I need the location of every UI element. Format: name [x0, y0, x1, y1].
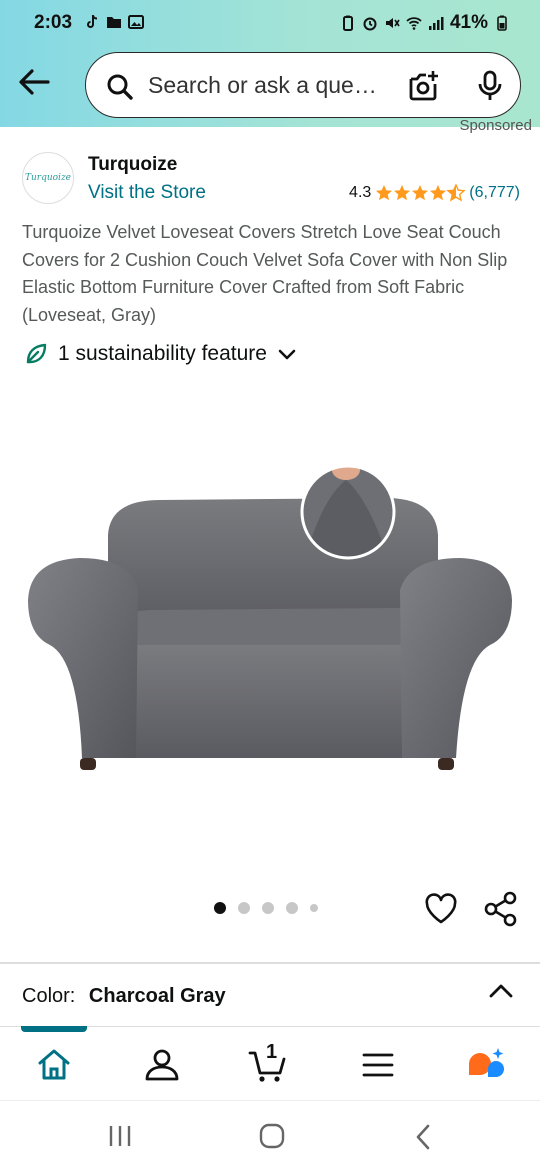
sustainability-label: 1 sustainability feature [58, 342, 267, 365]
leaf-icon [26, 343, 47, 364]
status-time: 2:03 [34, 12, 73, 33]
back-nav-icon[interactable] [412, 1123, 434, 1151]
system-nav-bar [0, 1100, 540, 1170]
brand-name: Turquoize [88, 154, 178, 175]
ai-assistant-icon[interactable] [466, 1045, 506, 1085]
color-label: Color: [22, 985, 76, 1007]
chevron-down-icon [278, 349, 296, 360]
mute-icon [385, 18, 400, 28]
carousel-dot[interactable] [262, 902, 274, 914]
product-title: Turquoize Velvet Loveseat Covers Stretch… [22, 222, 508, 325]
sponsored-label[interactable]: Sponsored [459, 117, 532, 134]
rating-count: (6,777) [469, 184, 520, 201]
camera-lens-icon[interactable] [408, 70, 440, 102]
carousel-dot[interactable] [238, 902, 250, 914]
section-divider [0, 962, 540, 964]
cart-count: 1 [266, 1041, 278, 1063]
heart-icon[interactable] [424, 893, 458, 925]
rating-value: 4.3 [349, 184, 372, 201]
brand-logo-text: Turquoize [24, 173, 72, 183]
battery-percent: 41% [449, 12, 488, 33]
carousel-dot[interactable] [214, 902, 226, 914]
battery-saver-icon [342, 15, 353, 31]
bottom-nav: 1 [0, 1026, 540, 1098]
home-button-icon[interactable] [257, 1121, 287, 1151]
folder-icon [107, 17, 121, 28]
arrow-left-icon[interactable] [14, 64, 54, 100]
sustainability-toggle[interactable]: 1 sustainability feature [24, 342, 297, 366]
alarm-icon [363, 17, 377, 31]
share-icon[interactable] [484, 891, 518, 927]
tiktok-icon [87, 14, 98, 28]
wifi-icon [406, 17, 422, 30]
star-rating [375, 184, 465, 202]
status-left-icons [84, 14, 144, 30]
visit-store-link[interactable]: Visit the Store [88, 182, 206, 204]
chevron-up-icon[interactable] [488, 982, 514, 1000]
carousel-dot[interactable] [286, 902, 298, 914]
nav-active-indicator [21, 1026, 87, 1032]
top-header: 2:03 41% Search or ask a que… [0, 0, 540, 127]
image-carousel-dots[interactable] [214, 902, 318, 914]
battery-icon [497, 15, 507, 31]
color-value: Charcoal Gray [88, 985, 226, 1007]
carousel-dot[interactable] [310, 904, 318, 912]
brand-logo[interactable]: Turquoize [22, 152, 74, 204]
home-icon[interactable] [34, 1045, 74, 1085]
rating-summary[interactable]: 4.3 (6,777) [349, 184, 520, 202]
search-input[interactable]: Search or ask a que… [148, 72, 377, 99]
search-bar[interactable]: Search or ask a que… [85, 52, 521, 118]
search-icon[interactable] [106, 73, 134, 101]
stars-icon [376, 184, 465, 201]
microphone-icon[interactable] [476, 70, 504, 102]
gallery-icon [128, 15, 144, 29]
product-image[interactable] [20, 440, 520, 780]
signal-icon [428, 17, 444, 30]
recent-apps-icon[interactable] [106, 1123, 134, 1149]
status-right: 41% [340, 12, 510, 34]
menu-icon[interactable] [358, 1045, 398, 1085]
color-selector[interactable]: Color: Charcoal Gray [22, 985, 226, 1008]
status-bar: 2:03 41% [0, 0, 540, 46]
account-icon[interactable] [142, 1045, 182, 1085]
